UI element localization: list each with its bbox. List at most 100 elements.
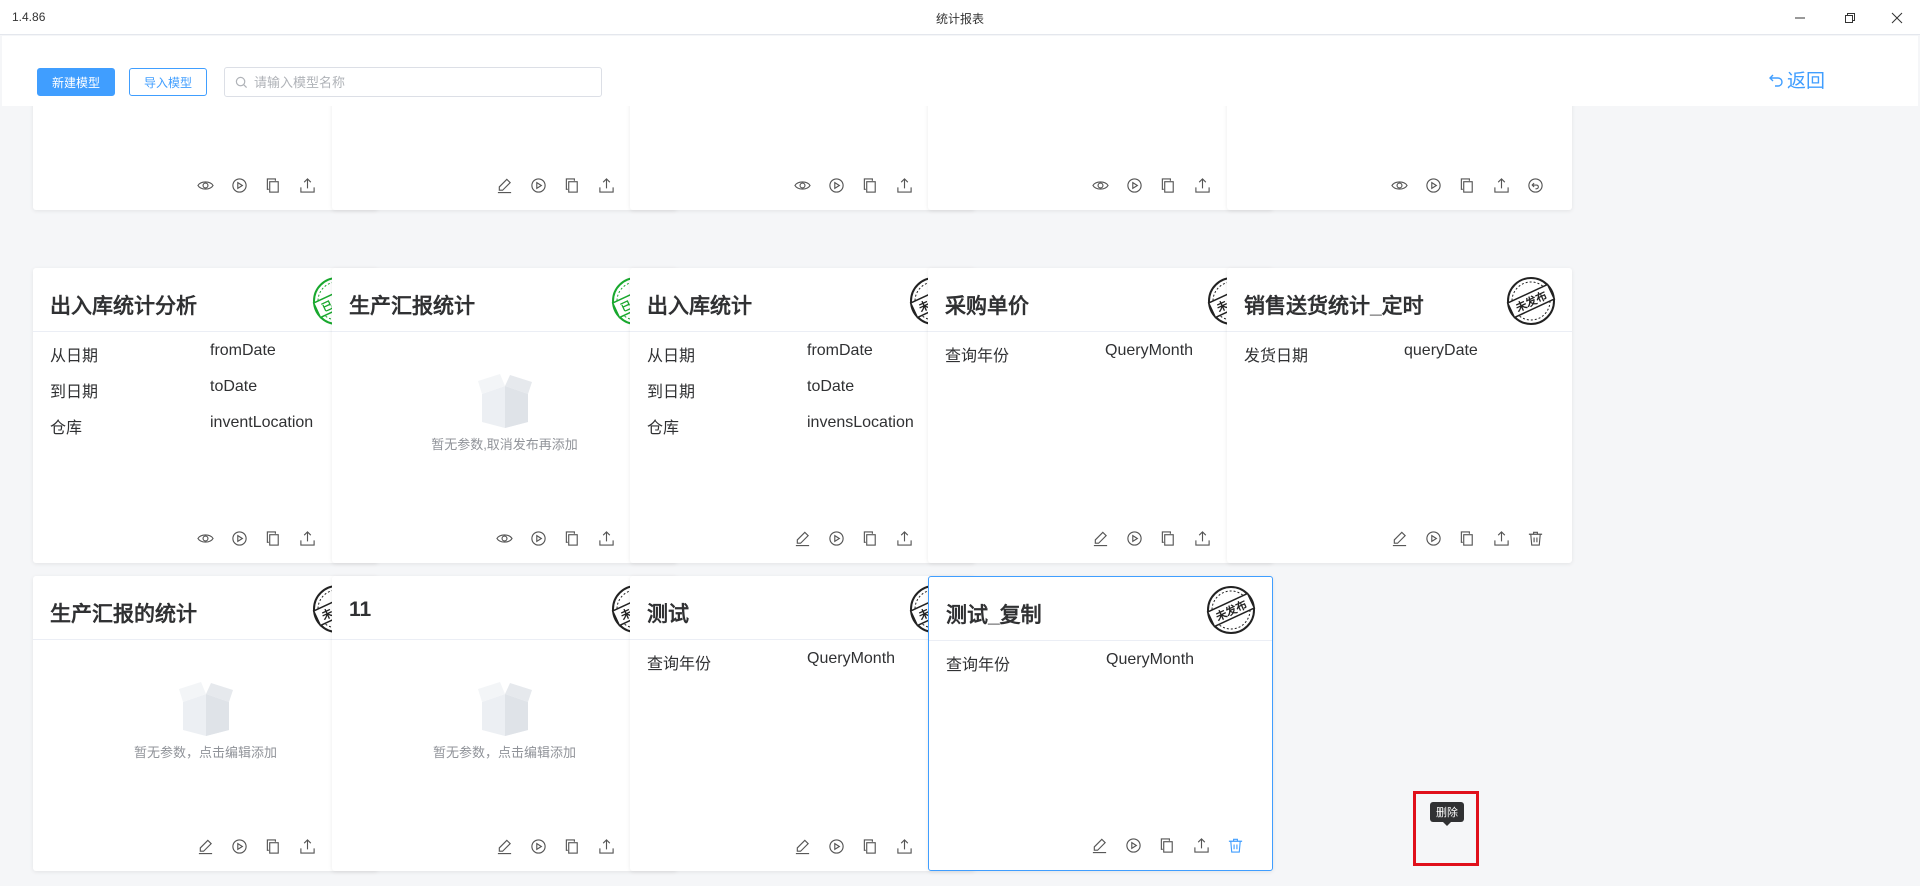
view-button[interactable] xyxy=(1083,174,1117,196)
run-button[interactable] xyxy=(222,174,256,196)
copy-button[interactable] xyxy=(555,527,589,549)
param-name: 从日期 xyxy=(50,348,99,365)
run-button[interactable] xyxy=(1117,174,1151,196)
copy-icon xyxy=(1160,837,1173,853)
view-button[interactable] xyxy=(1382,174,1416,196)
copy-button[interactable] xyxy=(1450,527,1484,549)
model-card[interactable]: 生产汇报的统计未发布暂无参数，点击编辑添加 xyxy=(33,576,378,871)
new-model-button[interactable]: 新建模型 xyxy=(37,68,116,96)
export-button[interactable] xyxy=(290,835,324,857)
edit-button[interactable] xyxy=(785,835,819,857)
run-button[interactable] xyxy=(819,835,853,857)
edit-button[interactable] xyxy=(188,835,222,857)
model-card[interactable] xyxy=(1227,106,1572,210)
model-card[interactable]: 11未发布暂无参数，点击编辑添加 xyxy=(332,576,677,871)
run-button[interactable] xyxy=(521,174,555,196)
edit-button[interactable] xyxy=(487,835,521,857)
edit-button[interactable] xyxy=(1083,527,1117,549)
run-button[interactable] xyxy=(1116,834,1150,856)
copy-button[interactable] xyxy=(555,174,589,196)
close-window-button[interactable] xyxy=(1874,0,1920,35)
run-button[interactable] xyxy=(1117,527,1151,549)
export-button[interactable] xyxy=(589,835,623,857)
search-input[interactable] xyxy=(254,74,584,90)
export-button[interactable] xyxy=(589,527,623,549)
model-card[interactable]: 测试_复制 未发布 查询年份 QueryMonth xyxy=(928,576,1273,871)
copy-icon xyxy=(1460,530,1473,546)
app-version: 1.4.86 xyxy=(12,10,46,24)
upload-icon xyxy=(1493,177,1509,193)
back-button[interactable]: 返回 xyxy=(1768,66,1825,93)
view-button[interactable] xyxy=(785,174,819,196)
copy-button[interactable] xyxy=(256,174,290,196)
model-card[interactable]: 销售送货统计_定时 未发布 发货日期 queryDate xyxy=(1227,268,1572,563)
copy-button[interactable] xyxy=(1151,174,1185,196)
param-value: QueryMonth xyxy=(1105,342,1194,359)
import-model-button[interactable]: 导入模型 xyxy=(129,68,208,96)
model-card[interactable] xyxy=(332,106,677,210)
param-list: 从日期 fromDate 到日期 toDate 仓库 invensLocation xyxy=(647,342,957,450)
play-icon xyxy=(530,838,546,854)
empty-params-text: 暂无参数,取消发布再添加 xyxy=(431,437,578,452)
view-button[interactable] xyxy=(188,527,222,549)
card-title: 测试 xyxy=(647,603,689,626)
edit-button[interactable] xyxy=(487,174,521,196)
search-box[interactable] xyxy=(224,67,602,97)
copy-button[interactable] xyxy=(853,527,887,549)
export-button[interactable] xyxy=(1185,527,1219,549)
run-button[interactable] xyxy=(521,527,555,549)
card-header: 采购单价未发布 xyxy=(928,268,1273,332)
model-card[interactable] xyxy=(33,106,378,210)
model-card[interactable]: 出入库统计分析已发布从日期 fromDate 到日期 toDate 仓库 inventLo… xyxy=(33,268,378,563)
run-button[interactable] xyxy=(1416,527,1450,549)
restore-button[interactable] xyxy=(1827,0,1873,35)
revoke-button[interactable] xyxy=(1518,174,1552,196)
export-button[interactable] xyxy=(1184,834,1218,856)
minimize-button[interactable] xyxy=(1777,0,1823,35)
param-name: 查询年份 xyxy=(945,348,1010,365)
model-card[interactable]: 出入库统计未发布从日期 fromDate 到日期 toDate 仓库 invensLoca… xyxy=(630,268,975,563)
empty-box-icon xyxy=(477,374,532,428)
copy-button[interactable] xyxy=(853,174,887,196)
export-button[interactable] xyxy=(589,174,623,196)
edit-button[interactable] xyxy=(785,527,819,549)
export-button[interactable] xyxy=(1185,174,1219,196)
copy-button[interactable] xyxy=(1150,834,1184,856)
run-button[interactable] xyxy=(222,527,256,549)
delete-button[interactable] xyxy=(1218,834,1252,856)
run-button[interactable] xyxy=(222,835,256,857)
copy-button[interactable] xyxy=(555,835,589,857)
model-card[interactable]: 生产汇报统计已发布暂无参数,取消发布再添加 xyxy=(332,268,677,563)
run-button[interactable] xyxy=(819,527,853,549)
copy-button[interactable] xyxy=(1450,174,1484,196)
view-button[interactable] xyxy=(487,527,521,549)
copy-button[interactable] xyxy=(853,835,887,857)
export-button[interactable] xyxy=(1484,174,1518,196)
edit-icon xyxy=(497,839,511,854)
export-button[interactable] xyxy=(290,174,324,196)
copy-button[interactable] xyxy=(256,527,290,549)
export-button[interactable] xyxy=(290,527,324,549)
copy-button[interactable] xyxy=(1151,527,1185,549)
delete-button[interactable] xyxy=(1518,527,1552,549)
back-arrow-icon xyxy=(1769,74,1783,87)
param-name: 仓库 xyxy=(647,420,680,437)
export-button[interactable] xyxy=(1484,527,1518,549)
empty-params: 暂无参数,取消发布再添加 xyxy=(332,368,677,453)
model-card[interactable]: 采购单价未发布查询年份 QueryMonth xyxy=(928,268,1273,563)
run-button[interactable] xyxy=(1416,174,1450,196)
edit-button[interactable] xyxy=(1082,834,1116,856)
run-button[interactable] xyxy=(819,174,853,196)
param-value: fromDate xyxy=(807,342,873,359)
model-card[interactable]: 暂无参数,取消发布再添加 xyxy=(928,106,1273,210)
export-button[interactable] xyxy=(887,835,921,857)
export-button[interactable] xyxy=(887,527,921,549)
model-card[interactable] xyxy=(630,106,975,210)
model-card[interactable]: 测试未发布查询年份 QueryMonth xyxy=(630,576,975,871)
view-button[interactable] xyxy=(188,174,222,196)
copy-button[interactable] xyxy=(256,835,290,857)
run-button[interactable] xyxy=(521,835,555,857)
export-button[interactable] xyxy=(887,174,921,196)
param-name: 查询年份 xyxy=(647,656,712,673)
edit-button[interactable] xyxy=(1382,527,1416,549)
